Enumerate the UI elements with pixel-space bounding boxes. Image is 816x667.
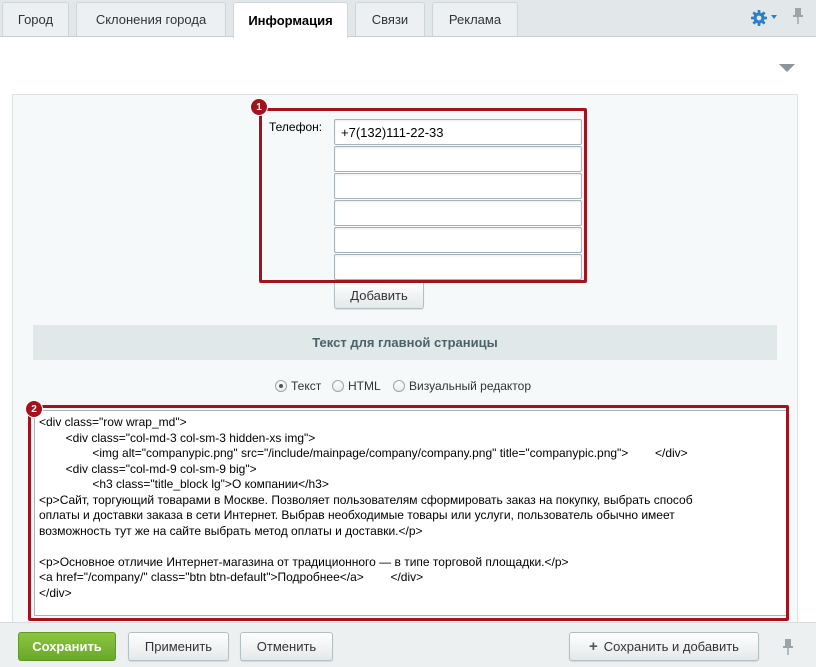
annotation-marker-2: 2 bbox=[25, 400, 43, 418]
phone-input-4[interactable] bbox=[334, 200, 582, 226]
code-line: возможность тут же на сайте выбрать мето… bbox=[39, 523, 423, 538]
tab-advertising[interactable]: Реклама bbox=[432, 2, 518, 36]
tab-city-declension[interactable]: Склонения города bbox=[76, 2, 226, 36]
code-line: <h3 class="title_block lg">О компании</h… bbox=[39, 477, 329, 491]
tab-city[interactable]: Город bbox=[2, 2, 69, 36]
phone-input-1[interactable] bbox=[334, 119, 582, 145]
radio-button-html[interactable] bbox=[332, 380, 344, 392]
radio-button-text[interactable] bbox=[275, 380, 287, 392]
phone-label: Телефон: bbox=[269, 120, 323, 134]
gear-icon[interactable] bbox=[750, 9, 768, 27]
annotation-marker-1: 1 bbox=[250, 98, 268, 116]
tab-links[interactable]: Связи bbox=[355, 2, 425, 36]
radio-visual-editor[interactable]: Визуальный редактор bbox=[393, 378, 531, 394]
main-page-text-textarea[interactable]: <div class="row wrap_md"> <div class="co… bbox=[34, 410, 787, 616]
code-line: </div> bbox=[39, 585, 72, 600]
phone-input-6[interactable] bbox=[334, 254, 582, 280]
add-phone-button[interactable]: Добавить bbox=[334, 281, 424, 309]
code-line: <div class="col-md-3 col-sm-3 hidden-xs … bbox=[39, 430, 316, 445]
code-line: <div class="row wrap_md"> bbox=[39, 415, 187, 429]
save-button[interactable]: Сохранить bbox=[18, 632, 116, 661]
radio-html[interactable]: HTML bbox=[332, 378, 381, 394]
code-line: <p>Сайт, торгующий товарами в Москве. По… bbox=[39, 492, 693, 507]
code-line: <div class="col-md-9 col-sm-9 big"> bbox=[39, 461, 257, 476]
code-line: оплаты и доставки заказа в сети Интернет… bbox=[39, 508, 675, 522]
save-and-add-label: Сохранить и добавить bbox=[603, 639, 739, 654]
pin-icon[interactable] bbox=[792, 7, 804, 25]
radio-text[interactable]: Текст bbox=[275, 378, 321, 394]
code-line: <a href="/company/" class="btn btn-defau… bbox=[39, 570, 424, 584]
code-line: <img alt="companypic.png" src="/include/… bbox=[39, 446, 688, 460]
code-line: <p>Основное отличие Интернет-магазина от… bbox=[39, 554, 569, 569]
collapse-arrow-icon[interactable] bbox=[779, 64, 795, 72]
phone-input-2[interactable] bbox=[334, 146, 582, 172]
tab-information[interactable]: Информация bbox=[233, 2, 348, 38]
plus-icon: + bbox=[589, 638, 598, 655]
radio-label-html[interactable]: HTML bbox=[348, 379, 381, 393]
radio-label-text[interactable]: Текст bbox=[291, 379, 321, 393]
phone-input-5[interactable] bbox=[334, 227, 582, 253]
phone-input-3[interactable] bbox=[334, 173, 582, 199]
section-header-main-text: Текст для главной страницы bbox=[33, 325, 777, 360]
radio-button-visual[interactable] bbox=[393, 380, 405, 392]
radio-label-visual[interactable]: Визуальный редактор bbox=[409, 379, 531, 393]
save-and-add-button[interactable]: + Сохранить и добавить bbox=[569, 632, 759, 661]
footer-pin-icon[interactable] bbox=[782, 638, 794, 656]
apply-button[interactable]: Применить bbox=[128, 632, 229, 661]
cancel-button[interactable]: Отменить bbox=[240, 632, 333, 661]
gear-dropdown-caret-icon[interactable] bbox=[771, 15, 777, 19]
tabs-bar: Город Склонения города Информация Связи … bbox=[0, 0, 816, 38]
